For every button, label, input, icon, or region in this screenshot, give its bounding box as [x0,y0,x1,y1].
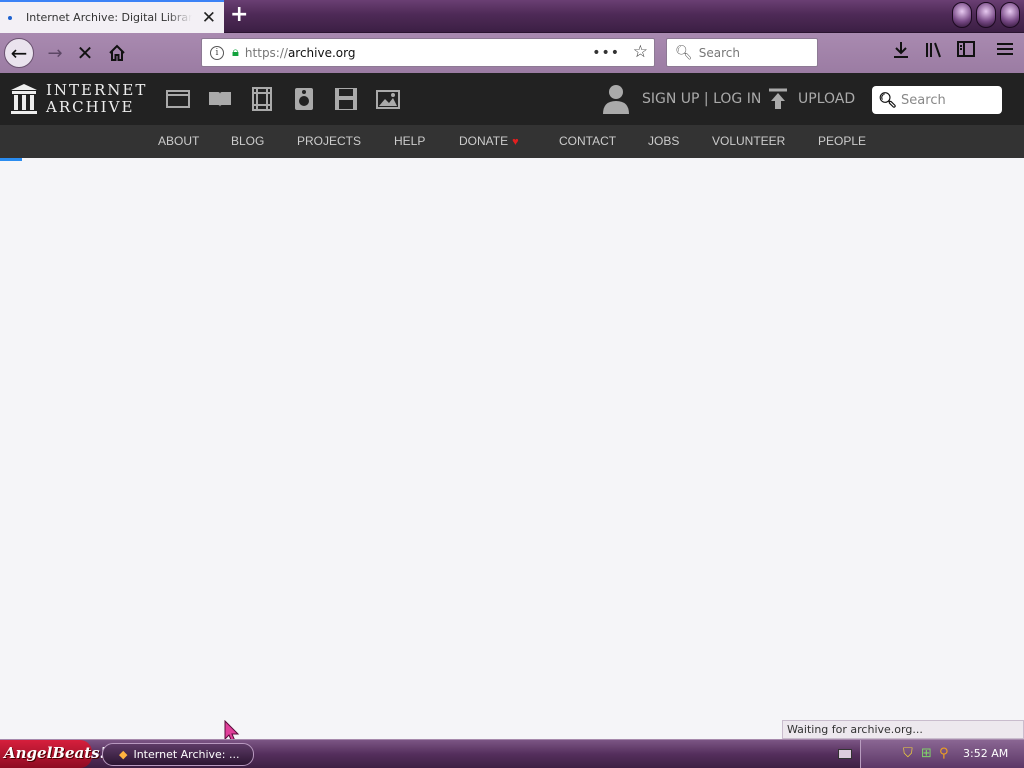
site-search-placeholder: Search [901,92,946,108]
library-icon[interactable] [925,41,943,64]
magnifier-icon[interactable]: ⚲ [939,746,949,761]
software-icon[interactable] [334,87,358,111]
downloads-icon[interactable] [893,41,909,64]
close-tab-icon[interactable]: ✕ [202,8,216,28]
site-nav: ABOUT BLOG PROJECTS HELP DONATE ♥ CONTACT… [0,125,1024,158]
network-icon[interactable]: ⊞ [921,746,932,761]
window-controls [952,2,1020,28]
clock[interactable]: 3:52 AM [963,747,1008,760]
nav-projects[interactable]: PROJECTS [297,134,361,148]
sign-in-label: SIGN UP | LOG IN [642,91,762,107]
search-icon: 🔍︎ [675,44,693,61]
browser-search-input[interactable]: 🔍︎ Search [666,38,818,67]
nav-about[interactable]: ABOUT [158,134,199,148]
taskbar-item-browser[interactable]: ◆ Internet Archive: ... [102,743,254,766]
bookmark-star-icon[interactable]: ☆ [633,42,648,62]
taskbar-item-label: Internet Archive: ... [133,748,240,761]
nav-contact[interactable]: CONTACT [559,134,616,148]
home-icon[interactable] [102,38,132,68]
menu-hamburger-icon[interactable] [996,41,1014,62]
search-placeholder: Search [698,45,741,60]
status-panel: Waiting for archive.org... [782,720,1024,739]
close-window-button[interactable] [1000,2,1020,28]
taskbar: AngelBeats! ◆ Internet Archive: ... ⛉ ⊞ … [0,739,1024,768]
site-header: INTERNET ARCHIVE SIGN UP | LOG IN UPLOAD… [0,73,1024,125]
page-actions-icon[interactable]: ••• [592,45,620,61]
page-content [0,161,1024,720]
user-icon [603,85,629,114]
forward-arrow-icon[interactable]: → [40,38,70,68]
url-host: archive.org [287,45,356,60]
address-bar[interactable]: i 🔒︎ https://archive.org ••• ☆ [201,38,655,67]
media-type-icons [166,87,400,111]
url-scheme: https:// [244,45,288,60]
upload-label: UPLOAD [798,91,856,107]
site-search-icon: 🔍︎ [878,91,898,109]
logo-line-2: ARCHIVE [46,98,135,116]
favicon-icon [8,15,12,20]
maximize-button[interactable] [976,2,996,28]
nav-jobs[interactable]: JOBS [648,134,679,148]
system-tray: ⛉ ⊞ ⚲ 3:52 AM [860,740,1024,768]
upload-icon [769,88,787,109]
site-search-input[interactable]: 🔍︎ Search [872,86,1002,114]
tab-strip: Internet Archive: Digital Library of Fre… [0,0,1024,33]
back-arrow-icon[interactable]: ← [4,38,34,68]
logo-line-1: INTERNET [46,81,148,99]
nav-volunteer[interactable]: VOLUNTEER [712,134,785,148]
nav-help[interactable]: HELP [394,134,425,148]
texts-icon[interactable] [208,87,232,111]
browser-app-icon: ◆ [119,748,128,761]
minimize-button[interactable] [952,2,972,28]
nav-blog[interactable]: BLOG [231,134,264,148]
video-icon[interactable] [250,87,274,111]
start-button[interactable]: AngelBeats! [0,740,106,768]
web-icon[interactable] [166,87,190,111]
keyboard-icon[interactable] [838,749,852,759]
nav-donate-label: DONATE [459,134,509,148]
tab-title: Internet Archive: Digital Library of Fre… [26,11,192,24]
security-shield-icon[interactable]: ⛉ [903,746,913,761]
sign-in-link[interactable]: SIGN UP | LOG IN [602,83,761,115]
site-logo[interactable]: INTERNET ARCHIVE [10,82,147,116]
nav-people[interactable]: PEOPLE [818,134,866,148]
stop-loading-icon[interactable]: ✕ [70,38,100,68]
new-tab-icon[interactable]: + [230,2,248,27]
nav-donate[interactable]: DONATE ♥ [459,134,519,148]
heart-icon: ♥ [512,136,519,148]
navigation-toolbar: ← → ✕ i 🔒︎ https://archive.org ••• ☆ 🔍︎ … [0,33,1024,73]
upload-link[interactable]: UPLOAD [768,88,855,110]
archive-building-icon [11,84,37,114]
browser-tab-active[interactable]: Internet Archive: Digital Library of Fre… [0,0,224,33]
site-info-icon[interactable]: i [210,45,224,60]
sidebar-icon[interactable] [957,41,975,62]
audio-icon[interactable] [292,87,316,111]
images-icon[interactable] [376,87,400,111]
lock-icon[interactable]: 🔒︎ [232,45,239,60]
